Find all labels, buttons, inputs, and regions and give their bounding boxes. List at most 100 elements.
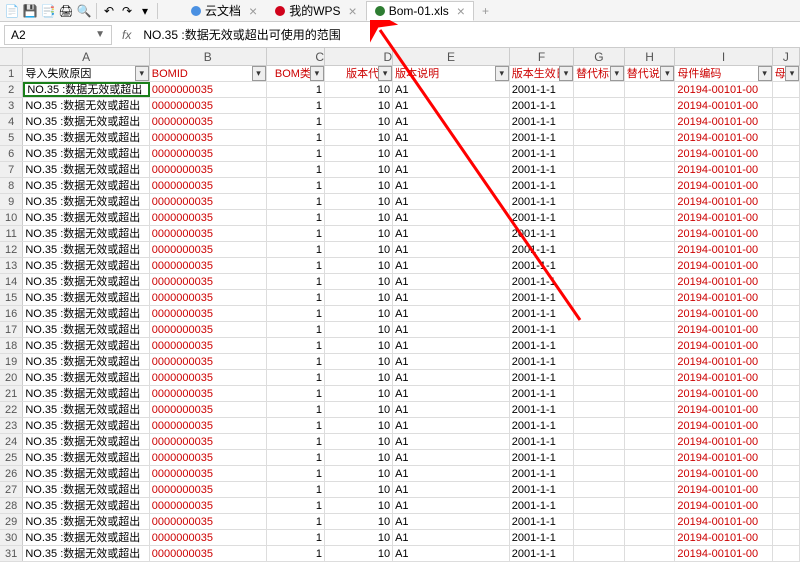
cell[interactable]: 20194-00101-00 xyxy=(675,338,772,353)
row-header[interactable]: 28 xyxy=(0,498,23,513)
cell[interactable]: 10 xyxy=(325,450,393,465)
cell[interactable] xyxy=(773,194,800,209)
col-header-F[interactable]: F xyxy=(510,48,574,65)
row-header[interactable]: 22 xyxy=(0,402,23,417)
cell[interactable]: NO.35 :数据无效或超出 xyxy=(23,418,149,433)
cell[interactable]: 1 xyxy=(267,530,325,545)
cell[interactable]: A1 xyxy=(393,482,510,497)
cell[interactable] xyxy=(625,418,676,433)
cell[interactable]: 10 xyxy=(325,338,393,353)
row-header[interactable]: 24 xyxy=(0,434,23,449)
cell[interactable]: 20194-00101-00 xyxy=(675,498,772,513)
cell[interactable]: 2001-1-1 xyxy=(510,402,574,417)
cell[interactable]: 1 xyxy=(267,274,325,289)
filter-icon[interactable]: ▾ xyxy=(758,66,772,81)
cell[interactable]: A1 xyxy=(393,98,510,113)
row-header[interactable]: 20 xyxy=(0,370,23,385)
cell[interactable] xyxy=(773,450,800,465)
cell[interactable]: 20194-00101-00 xyxy=(675,370,772,385)
cell[interactable]: NO.35 :数据无效或超出 xyxy=(23,434,149,449)
cell[interactable]: A1 xyxy=(393,386,510,401)
cell[interactable]: 0000000035 xyxy=(150,226,267,241)
cell[interactable]: 2001-1-1 xyxy=(510,178,574,193)
cell[interactable]: 0000000035 xyxy=(150,482,267,497)
cell[interactable]: 1 xyxy=(267,338,325,353)
cell[interactable]: 1 xyxy=(267,82,325,97)
cell[interactable] xyxy=(574,482,625,497)
col-header-I[interactable]: I xyxy=(675,48,772,65)
cell[interactable]: A1 xyxy=(393,450,510,465)
cell[interactable] xyxy=(625,434,676,449)
cell[interactable] xyxy=(574,82,625,97)
cell[interactable] xyxy=(625,274,676,289)
cell[interactable] xyxy=(773,114,800,129)
cell[interactable]: 2001-1-1 xyxy=(510,114,574,129)
cell[interactable]: NO.35 :数据无效或超出 xyxy=(23,130,149,145)
cell[interactable]: A1 xyxy=(393,322,510,337)
cell[interactable] xyxy=(574,466,625,481)
cell[interactable] xyxy=(574,418,625,433)
cell[interactable]: 20194-00101-00 xyxy=(675,242,772,257)
cell[interactable]: 20194-00101-00 xyxy=(675,354,772,369)
cell[interactable]: 1 xyxy=(267,322,325,337)
header-cell-J[interactable]: 母件▾ xyxy=(773,66,800,81)
cell[interactable]: A1 xyxy=(393,210,510,225)
col-header-J[interactable]: J xyxy=(773,48,800,65)
cell[interactable]: 1 xyxy=(267,290,325,305)
cell[interactable] xyxy=(574,386,625,401)
cell[interactable] xyxy=(625,226,676,241)
cell[interactable] xyxy=(625,530,676,545)
cell[interactable]: 2001-1-1 xyxy=(510,466,574,481)
cell[interactable]: 0000000035 xyxy=(150,82,267,97)
cell[interactable]: 1 xyxy=(267,370,325,385)
cell[interactable]: 1 xyxy=(267,434,325,449)
cell[interactable]: 20194-00101-00 xyxy=(675,530,772,545)
cell[interactable]: 1 xyxy=(267,450,325,465)
cell[interactable]: A1 xyxy=(393,82,510,97)
filter-icon[interactable]: ▾ xyxy=(135,66,149,81)
cell[interactable]: 10 xyxy=(325,466,393,481)
cell[interactable] xyxy=(773,498,800,513)
row-header[interactable]: 25 xyxy=(0,450,23,465)
cell[interactable]: 0000000035 xyxy=(150,162,267,177)
cell[interactable]: A1 xyxy=(393,402,510,417)
cell[interactable]: 20194-00101-00 xyxy=(675,82,772,97)
cell[interactable]: 20194-00101-00 xyxy=(675,322,772,337)
col-header-D[interactable]: D xyxy=(325,48,393,65)
cell[interactable] xyxy=(574,146,625,161)
cell[interactable] xyxy=(574,434,625,449)
row-header[interactable]: 17 xyxy=(0,322,23,337)
row-header[interactable]: 2 xyxy=(0,82,23,97)
close-icon[interactable]: × xyxy=(457,3,465,19)
cell[interactable] xyxy=(625,162,676,177)
cell[interactable]: A1 xyxy=(393,466,510,481)
cell[interactable]: 0000000035 xyxy=(150,306,267,321)
add-tab-button[interactable]: + xyxy=(474,4,497,18)
cell[interactable]: 1 xyxy=(267,210,325,225)
cell[interactable]: 2001-1-1 xyxy=(510,242,574,257)
cell[interactable] xyxy=(574,226,625,241)
cell[interactable] xyxy=(574,546,625,561)
filter-icon[interactable]: ▾ xyxy=(252,66,266,81)
row-header[interactable]: 27 xyxy=(0,482,23,497)
cell[interactable] xyxy=(625,322,676,337)
cell[interactable]: 10 xyxy=(325,274,393,289)
header-cell-C[interactable]: BOM类别▾ xyxy=(267,66,325,81)
cell[interactable] xyxy=(574,114,625,129)
cell[interactable]: A1 xyxy=(393,226,510,241)
cell[interactable]: NO.35 :数据无效或超出 xyxy=(23,482,149,497)
cell[interactable]: A1 xyxy=(393,258,510,273)
cell[interactable]: 2001-1-1 xyxy=(510,226,574,241)
cell[interactable]: 20194-00101-00 xyxy=(675,450,772,465)
cell[interactable]: A1 xyxy=(393,274,510,289)
row-header[interactable]: 30 xyxy=(0,530,23,545)
cell[interactable]: 10 xyxy=(325,402,393,417)
cell[interactable]: 20194-00101-00 xyxy=(675,290,772,305)
cell[interactable] xyxy=(574,354,625,369)
row-header[interactable]: 8 xyxy=(0,178,23,193)
cell[interactable] xyxy=(574,98,625,113)
row-header[interactable]: 7 xyxy=(0,162,23,177)
tab-my-wps[interactable]: 我的WPS × xyxy=(266,1,366,21)
cell[interactable]: 2001-1-1 xyxy=(510,530,574,545)
print-icon[interactable]: 🖨 xyxy=(58,3,74,19)
